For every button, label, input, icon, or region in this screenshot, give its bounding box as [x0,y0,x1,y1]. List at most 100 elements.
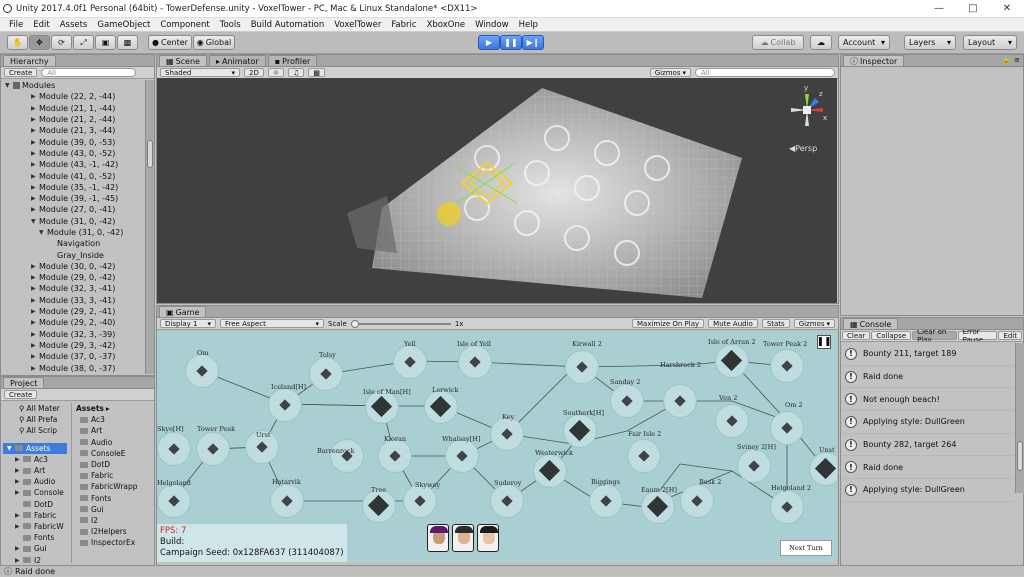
menu-gameobject[interactable]: GameObject [92,20,155,30]
map-node[interactable] [270,484,304,518]
menu-voxeltower[interactable]: VoxelTower [329,20,386,30]
status-message[interactable]: Raid done [15,567,55,576]
hierarchy-item[interactable]: ▶ Module (39, -1, -45) [5,193,145,204]
rect-tool-icon[interactable]: ▣ [95,35,116,50]
hierarchy-item[interactable]: ▶ Module (38, 0, -37) [5,362,145,373]
map-node-fortified[interactable] [533,454,567,488]
hand-tool-icon[interactable]: ✋ [7,35,28,50]
hierarchy-item[interactable]: ▶ Module (29, 2, -41) [5,306,145,317]
hierarchy-search-input[interactable]: All [41,68,137,77]
step-button[interactable]: ▶❙ [522,35,544,50]
hierarchy-scrollbar[interactable] [145,80,154,374]
scene-search-input[interactable]: All [695,68,835,77]
map-node[interactable] [378,439,412,473]
scene-gizmos-dropdown[interactable]: Gizmos ▾ [649,68,691,77]
map-node-fortified[interactable] [641,490,675,524]
map-node[interactable] [737,449,771,483]
move-tool-icon[interactable]: ✥ [29,35,50,50]
map-node[interactable] [196,432,230,466]
gizmo-center-cube[interactable] [803,106,811,114]
hierarchy-create-button[interactable]: Create [4,68,38,77]
hierarchy-item[interactable]: ▶ Module (41, 0, -52) [5,170,145,181]
play-button[interactable]: ▶ [478,35,500,50]
scale-tool-icon[interactable]: ⤢ [73,35,94,50]
tab-game[interactable]: ▣ Game [159,306,207,317]
map-node[interactable] [458,345,492,379]
next-turn-button[interactable]: Next Turn [780,540,832,556]
pause-button[interactable]: ❚❚ [500,35,522,50]
game-viewport[interactable]: Om Tolsy Yell Isle of Yell Kirwall 2 Isl… [157,331,837,562]
account-dropdown[interactable]: Account ▾ [838,35,890,50]
favorite-item[interactable]: ⚲ All Mater [3,403,67,414]
map-node[interactable] [663,384,697,418]
project-folder[interactable]: InspectorEx [72,537,151,548]
hierarchy-item[interactable]: ▶ Module (22, 2, -44) [5,91,145,102]
menu-file[interactable]: File [4,20,28,30]
hierarchy-item[interactable]: ▶ Module (29, 0, -42) [5,272,145,283]
game-pause-button[interactable]: ❚❚ [816,335,832,349]
tree-folder[interactable]: DotD [3,499,67,510]
console-error-pause-toggle[interactable]: Error Pause [957,330,998,341]
console-log-row[interactable]: ! Raid done [841,456,1015,480]
project-folder[interactable]: Gui [72,504,151,515]
display-dropdown[interactable]: Display 1 ▾ [160,319,216,328]
mute-audio-toggle[interactable]: Mute Audio [708,319,758,328]
transform-tool-icon[interactable]: ▩ [117,35,138,50]
hierarchy-item[interactable]: ▼ Module (31, 0, -42) [5,216,145,227]
map-node[interactable] [680,484,714,518]
menu-fabric[interactable]: Fabric [386,20,421,30]
console-editor-dropdown[interactable]: Edit [998,331,1022,340]
tab-animator[interactable]: ▸ Animator [208,55,266,66]
map-node[interactable] [309,357,343,391]
hero-portrait[interactable] [452,524,474,552]
services-cloud-button[interactable]: ☁ [810,35,832,50]
lock-icon[interactable]: 🔒 [1002,56,1011,64]
minimize-icon[interactable]: — [922,3,956,14]
console-clear-button[interactable]: Clear [842,331,871,340]
rotate-tool-icon[interactable]: ⟳ [51,35,72,50]
map-node-fortified[interactable] [715,344,749,378]
project-folder[interactable]: Art [72,425,151,436]
hierarchy-item[interactable]: ▶ Module (21, 2, -44) [5,114,145,125]
console-scroll-thumb[interactable] [1017,441,1023,471]
tree-folder[interactable]: ▶ Console [3,487,67,498]
effects-toggle-icon[interactable]: ▩ [308,68,326,77]
hierarchy-item[interactable]: ▶ Module (27, 0, -41) [5,204,145,215]
layers-dropdown[interactable]: Layers ▾ [904,35,956,50]
scene-viewport[interactable]: y z x ◀Persp [157,78,837,303]
hierarchy-item[interactable]: ▶ Module (29, 3, -42) [5,340,145,351]
console-log-row[interactable]: ! Bounty 282, target 264 [841,434,1015,457]
perspective-label[interactable]: ◀Persp [789,144,817,153]
hierarchy-item[interactable]: ▶ Module (33, 3, -41) [5,295,145,306]
project-folder[interactable]: I2 [72,515,151,526]
hierarchy-item[interactable]: ▶ Module (37, 0, -37) [5,351,145,362]
console-collapse-toggle[interactable]: Collapse [871,331,912,340]
hero-portrait[interactable] [427,524,449,552]
map-node-fortified[interactable] [809,452,837,486]
project-folder[interactable]: Audio [72,437,151,448]
map-node[interactable] [393,345,427,379]
project-folder[interactable]: I2Helpers [72,526,151,537]
map-node[interactable] [770,349,804,383]
shading-mode-dropdown[interactable]: Shaded ▾ [160,68,240,77]
hierarchy-item[interactable]: ▶ Module (32, 3, -41) [5,283,145,294]
tab-inspector[interactable]: ⓘ Inspector [843,55,905,66]
aspect-dropdown[interactable]: Free Aspect ▾ [220,319,324,328]
tab-profiler[interactable]: ▪ Profiler [267,55,318,66]
hierarchy-item[interactable]: ▶ Module (43, 0, -52) [5,148,145,159]
scale-slider[interactable] [350,319,451,328]
hierarchy-item[interactable]: ▶ Module (35, -1, -42) [5,182,145,193]
project-folder[interactable]: Fabric [72,470,151,481]
console-scrollbar[interactable] [1015,343,1024,493]
close-icon[interactable]: ✕ [990,3,1024,14]
pivot-global-button[interactable]: ◉ Global [193,35,235,50]
hierarchy-item[interactable]: ▶ Module (21, 1, -44) [5,103,145,114]
tab-console[interactable]: ▦ Console [843,318,899,329]
project-folder[interactable]: Fonts [72,493,151,504]
scene-2d-toggle[interactable]: 2D [244,68,264,77]
tree-folder[interactable]: ▶ Art [3,465,67,476]
tab-project[interactable]: Project [3,377,45,388]
stats-toggle[interactable]: Stats [761,319,790,328]
map-node[interactable] [770,490,804,524]
menu-assets[interactable]: Assets [55,20,93,30]
